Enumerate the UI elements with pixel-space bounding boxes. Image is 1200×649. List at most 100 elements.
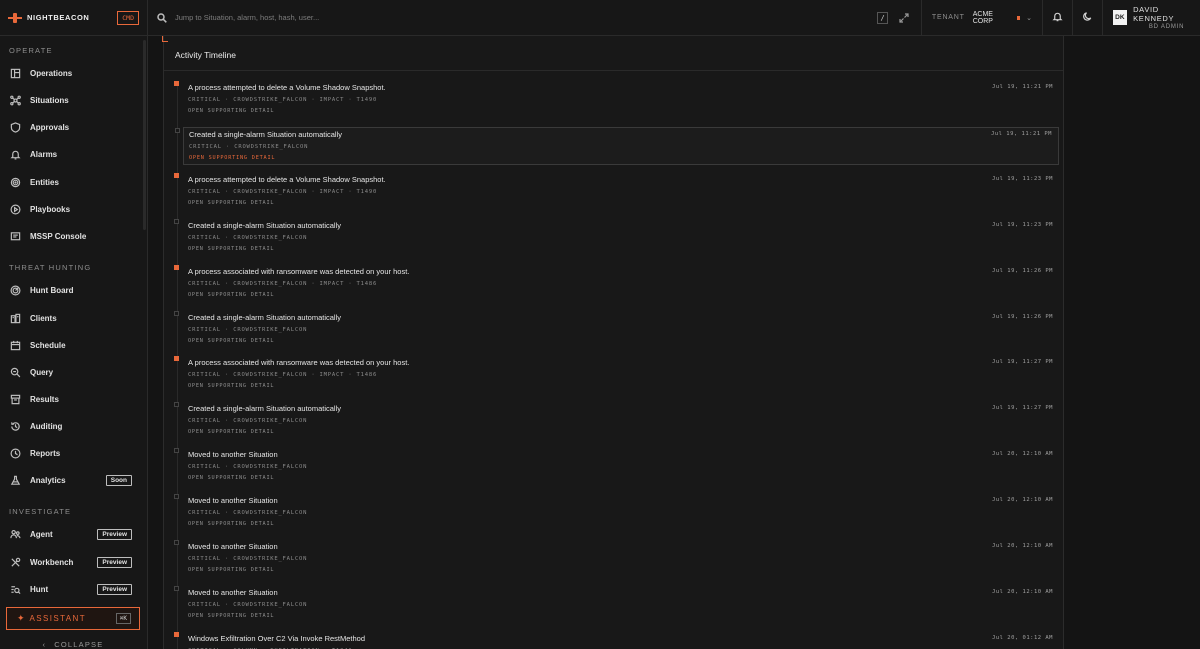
event-timestamp: Jul 19, 11:26 PM: [992, 313, 1053, 320]
brand-bar: NIGHTBEACON CMD: [0, 0, 147, 36]
play-icon: [10, 204, 21, 215]
nav-section-investigate: INVESTIGATE: [9, 506, 72, 516]
sidebar-item-entities[interactable]: Entities: [0, 173, 146, 191]
timeline-event[interactable]: Windows Exfiltration Over C2 Via Invoke …: [174, 631, 1059, 649]
user-name: DAVID KENNEDY: [1133, 5, 1175, 23]
event-marker: [174, 402, 179, 408]
timeline-event[interactable]: Created a single-alarm Situation automat…: [174, 402, 1059, 440]
tenant-status-dot: [1016, 15, 1021, 20]
timeline-event[interactable]: A process associated with ransomware was…: [174, 356, 1059, 394]
sidebar-item-operations[interactable]: Operations: [0, 64, 146, 82]
timeline-event[interactable]: Moved to another Situation CRITICAL · CRO…: [174, 585, 1059, 624]
collapse-button[interactable]: ‹ COLLAPSE: [0, 638, 146, 649]
agent-icon: [10, 529, 21, 540]
sidebar-item-badge: Soon: [105, 474, 132, 486]
sidebar-item-alarms[interactable]: Alarms: [0, 145, 146, 163]
alarm-marker: [174, 264, 179, 270]
event-timestamp: Jul 19, 11:26 PM: [992, 267, 1053, 274]
event-timestamp: Jul 19, 11:21 PM: [992, 84, 1053, 90]
bell-icon: [10, 149, 21, 160]
environment-badge: CMD: [117, 10, 139, 25]
open-supporting-detail-link[interactable]: OPEN SUPPORTING DETAIL: [188, 567, 274, 573]
sidebar-item-mssp-console[interactable]: MSSP Console: [0, 227, 146, 245]
open-supporting-detail-link[interactable]: OPEN SUPPORTING DETAIL: [188, 429, 274, 435]
open-supporting-detail-link[interactable]: OPEN SUPPORTING DETAIL: [188, 613, 274, 619]
timeline-event[interactable]: Created a single-alarm Situation automat…: [175, 126, 1059, 165]
expand-icon[interactable]: [899, 12, 909, 23]
operations-icon: [10, 68, 21, 79]
panel-corner-accent: [162, 36, 168, 42]
sidebar-scrollbar[interactable]: [143, 40, 146, 230]
sidebar-item-label: MSSP Console: [30, 231, 87, 241]
event-title: Moved to another Situation: [188, 450, 278, 460]
notifications-button[interactable]: [1043, 0, 1072, 36]
sidebar-item-results[interactable]: Results: [0, 390, 146, 408]
sidebar-item-auditing[interactable]: Auditing: [0, 417, 146, 435]
event-marker: [174, 494, 179, 500]
event-meta: CRITICAL · CROWDSTRIKE_FALCON: [188, 464, 308, 471]
user-role: BD ADMIN: [1148, 24, 1185, 30]
user-menu[interactable]: DK DAVID KENNEDY BD ADMIN: [1103, 0, 1200, 36]
sidebar-item-analytics[interactable]: Analytics Soon: [0, 471, 146, 489]
chevron-down-icon: ⌄: [1026, 14, 1033, 22]
open-supporting-detail-link[interactable]: OPEN SUPPORTING DETAIL: [188, 200, 274, 206]
sidebar-item-query[interactable]: Query: [0, 363, 146, 381]
timeline-event[interactable]: Created a single-alarm Situation automat…: [174, 218, 1059, 257]
tenant-name: ACME CORP: [972, 10, 993, 25]
open-supporting-detail-link[interactable]: OPEN SUPPORTING DETAIL: [188, 521, 274, 527]
sidebar-item-situations[interactable]: Situations: [0, 91, 146, 109]
sidebar-item-label: Operations: [30, 68, 73, 78]
event-timestamp: Jul 20, 12:10 AM: [992, 588, 1053, 595]
timeline-event[interactable]: Moved to another Situation CRITICAL · CRO…: [174, 540, 1059, 578]
tenant-selector[interactable]: TENANT ACME CORP ⌄: [922, 0, 1042, 36]
sidebar-item-label: Query: [30, 367, 54, 377]
clients-icon: [10, 313, 21, 324]
hunt-icon: [10, 584, 21, 595]
sidebar-item-agent[interactable]: Agent Preview: [0, 525, 146, 543]
open-supporting-detail-link[interactable]: OPEN SUPPORTING DETAIL: [188, 383, 274, 389]
sidebar-item-schedule[interactable]: Schedule: [0, 336, 146, 354]
nightbeacon-logo-icon: [8, 12, 22, 23]
tools-icon: [10, 557, 21, 568]
sidebar-item-label: Approvals: [30, 122, 70, 132]
sidebar-item-label: Hunt: [30, 584, 49, 594]
sidebar-item-playbooks[interactable]: Playbooks: [0, 200, 146, 218]
event-title: Windows Exfiltration Over C2 Via Invoke …: [188, 633, 366, 643]
alarm-marker: [174, 81, 179, 86]
timeline-event[interactable]: A process attempted to delete a Volume S…: [174, 81, 1059, 119]
radar-icon: [10, 285, 21, 296]
archive-icon: [10, 394, 21, 405]
sidebar-item-hunt-board[interactable]: Hunt Board: [0, 281, 146, 299]
event-title: A process attempted to delete a Volume S…: [188, 174, 386, 184]
sidebar-item-clients[interactable]: Clients: [0, 309, 146, 327]
sidebar-item-approvals[interactable]: Approvals: [0, 118, 146, 136]
event-marker: [174, 310, 179, 316]
timeline-event[interactable]: A process associated with ransomware was…: [174, 264, 1059, 303]
timeline-event[interactable]: Moved to another Situation CRITICAL · CRO…: [174, 494, 1059, 532]
search-input[interactable]: [175, 13, 839, 22]
assistant-button[interactable]: ✦ ASSISTANT ⌘K: [6, 607, 140, 630]
history-icon: [10, 421, 21, 432]
open-supporting-detail-link[interactable]: OPEN SUPPORTING DETAIL: [188, 246, 274, 252]
flask-icon: [10, 475, 21, 486]
search-shortcut-key: /: [876, 11, 889, 24]
open-supporting-detail-link[interactable]: OPEN SUPPORTING DETAIL: [188, 108, 274, 114]
sidebar-item-reports[interactable]: Reports: [0, 444, 146, 462]
open-supporting-detail-link[interactable]: OPEN SUPPORTING DETAIL: [189, 155, 275, 161]
open-supporting-detail-link[interactable]: OPEN SUPPORTING DETAIL: [188, 475, 274, 481]
sidebar-item-hunt[interactable]: Hunt Preview: [0, 580, 146, 598]
timeline-event[interactable]: Moved to another Situation CRITICAL · CRO…: [174, 448, 1059, 486]
theme-toggle-button[interactable]: [1073, 0, 1102, 36]
timeline-event[interactable]: Created a single-alarm Situation automat…: [174, 310, 1059, 349]
assistant-label: ASSISTANT: [29, 614, 87, 623]
event-title: Moved to another Situation: [188, 587, 278, 597]
open-supporting-detail-link[interactable]: OPEN SUPPORTING DETAIL: [188, 338, 274, 344]
timeline-event[interactable]: A process attempted to delete a Volume S…: [174, 172, 1059, 211]
sidebar-item-label: Reports: [30, 448, 61, 458]
event-title: Moved to another Situation: [188, 496, 278, 506]
brand-name: NIGHTBEACON: [27, 13, 90, 22]
sidebar-item-workbench[interactable]: Workbench Preview: [0, 553, 146, 571]
open-supporting-detail-link[interactable]: OPEN SUPPORTING DETAIL: [188, 292, 274, 298]
sidebar-item-label: Situations: [30, 95, 69, 105]
query-icon: [10, 367, 21, 378]
